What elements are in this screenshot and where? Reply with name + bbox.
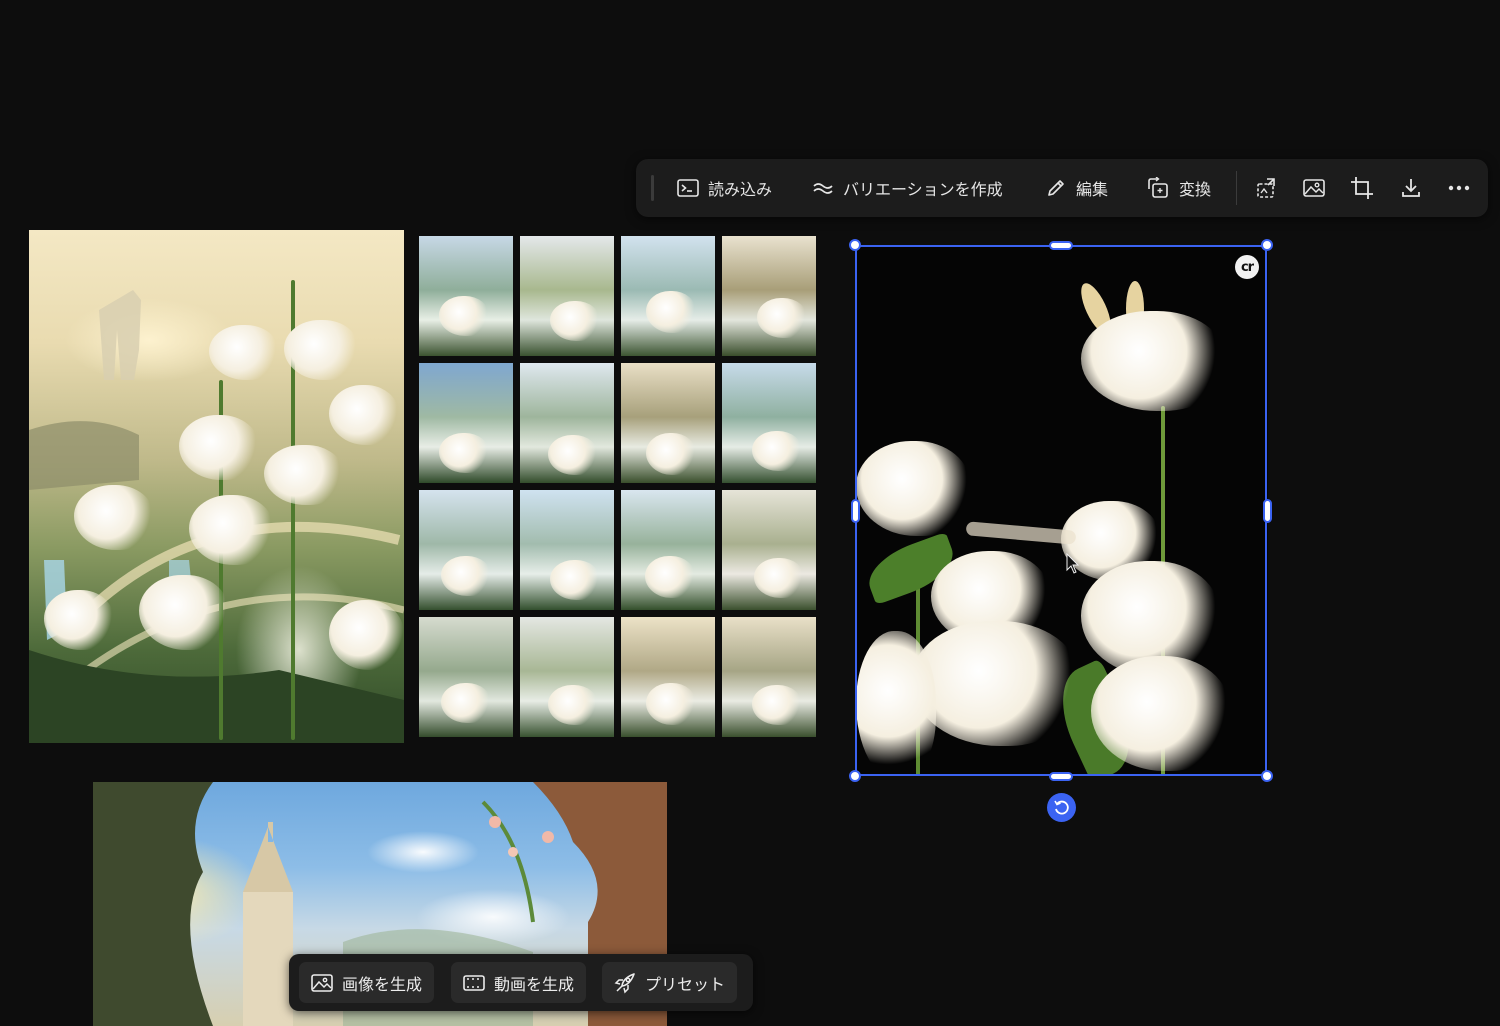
crop-button[interactable] <box>1342 168 1382 208</box>
expand-image-icon <box>1257 178 1275 198</box>
download-icon <box>1402 179 1420 197</box>
generate-image-label: 画像を生成 <box>342 974 423 994</box>
resize-handle-bottom-right[interactable] <box>1261 770 1273 782</box>
resize-handle-top[interactable] <box>1049 241 1073 250</box>
more-button[interactable] <box>1439 168 1479 208</box>
wave-icon <box>813 183 833 194</box>
lily-castle-poster-image[interactable] <box>29 230 404 743</box>
toolbar-grip[interactable] <box>651 175 654 201</box>
variation-thumbnail[interactable] <box>621 363 715 483</box>
image-button[interactable] <box>1294 168 1334 208</box>
edit-label: 編集 <box>1076 180 1109 199</box>
resize-handle-top-left[interactable] <box>849 239 861 251</box>
convert-icon <box>1148 177 1168 198</box>
convert-label: 変換 <box>1179 180 1212 199</box>
preset-button[interactable]: プリセット <box>602 962 738 1003</box>
resize-handle-bottom-left[interactable] <box>849 770 861 782</box>
image-icon <box>311 973 333 992</box>
pencil-icon <box>1048 180 1064 196</box>
variation-thumbnail[interactable] <box>722 490 816 610</box>
variation-thumbnail[interactable] <box>419 236 513 356</box>
prompt-icon <box>677 179 699 197</box>
create-variation-button[interactable]: バリエーションを作成 <box>802 168 1013 208</box>
convert-button[interactable]: 変換 <box>1136 168 1221 208</box>
mouse-cursor-icon <box>1066 553 1080 574</box>
variation-thumbnail[interactable] <box>520 236 614 356</box>
selected-lily-image[interactable] <box>856 246 1268 776</box>
generate-image-button[interactable]: 画像を生成 <box>299 962 435 1003</box>
rotate-button[interactable] <box>1047 793 1076 822</box>
download-button[interactable] <box>1391 168 1431 208</box>
variation-label: バリエーションを作成 <box>843 180 1003 199</box>
content-credentials-badge[interactable]: cr <box>1235 255 1259 279</box>
rotate-icon <box>1054 800 1069 815</box>
image-icon <box>1303 179 1325 197</box>
poster-scenery <box>29 290 404 743</box>
variation-thumbnail[interactable] <box>621 236 715 356</box>
variation-grid <box>419 236 816 738</box>
variation-thumbnail[interactable] <box>621 490 715 610</box>
toolbar-divider <box>1236 171 1237 205</box>
variation-thumbnail[interactable] <box>621 617 715 737</box>
import-button[interactable]: 読み込み <box>667 168 782 208</box>
variation-thumbnail[interactable] <box>520 617 614 737</box>
generate-bar: 画像を生成 動画を生成 プリセット <box>289 954 753 1011</box>
variation-thumbnail[interactable] <box>419 617 513 737</box>
generate-video-label: 動画を生成 <box>494 974 575 994</box>
film-icon <box>463 974 485 991</box>
variation-thumbnail[interactable] <box>722 617 816 737</box>
crop-icon <box>1351 177 1373 199</box>
more-icon <box>1448 185 1470 191</box>
context-toolbar: 読み込み バリエーションを作成 編集 変換 <box>636 159 1488 217</box>
resize-handle-left[interactable] <box>851 499 860 523</box>
expand-image-button[interactable] <box>1246 168 1286 208</box>
variation-thumbnail[interactable] <box>520 490 614 610</box>
variation-thumbnail[interactable] <box>419 363 513 483</box>
variation-thumbnail[interactable] <box>419 490 513 610</box>
resize-handle-bottom[interactable] <box>1049 772 1073 781</box>
variation-thumbnail[interactable] <box>722 236 816 356</box>
variation-thumbnail[interactable] <box>722 363 816 483</box>
rocket-icon <box>614 972 635 993</box>
variation-thumbnail[interactable] <box>520 363 614 483</box>
generate-video-button[interactable]: 動画を生成 <box>451 962 587 1003</box>
preset-label: プリセット <box>645 974 726 994</box>
resize-handle-top-right[interactable] <box>1261 239 1273 251</box>
import-label: 読み込み <box>708 180 773 199</box>
resize-handle-right[interactable] <box>1263 499 1272 523</box>
edit-button[interactable]: 編集 <box>1035 168 1118 208</box>
